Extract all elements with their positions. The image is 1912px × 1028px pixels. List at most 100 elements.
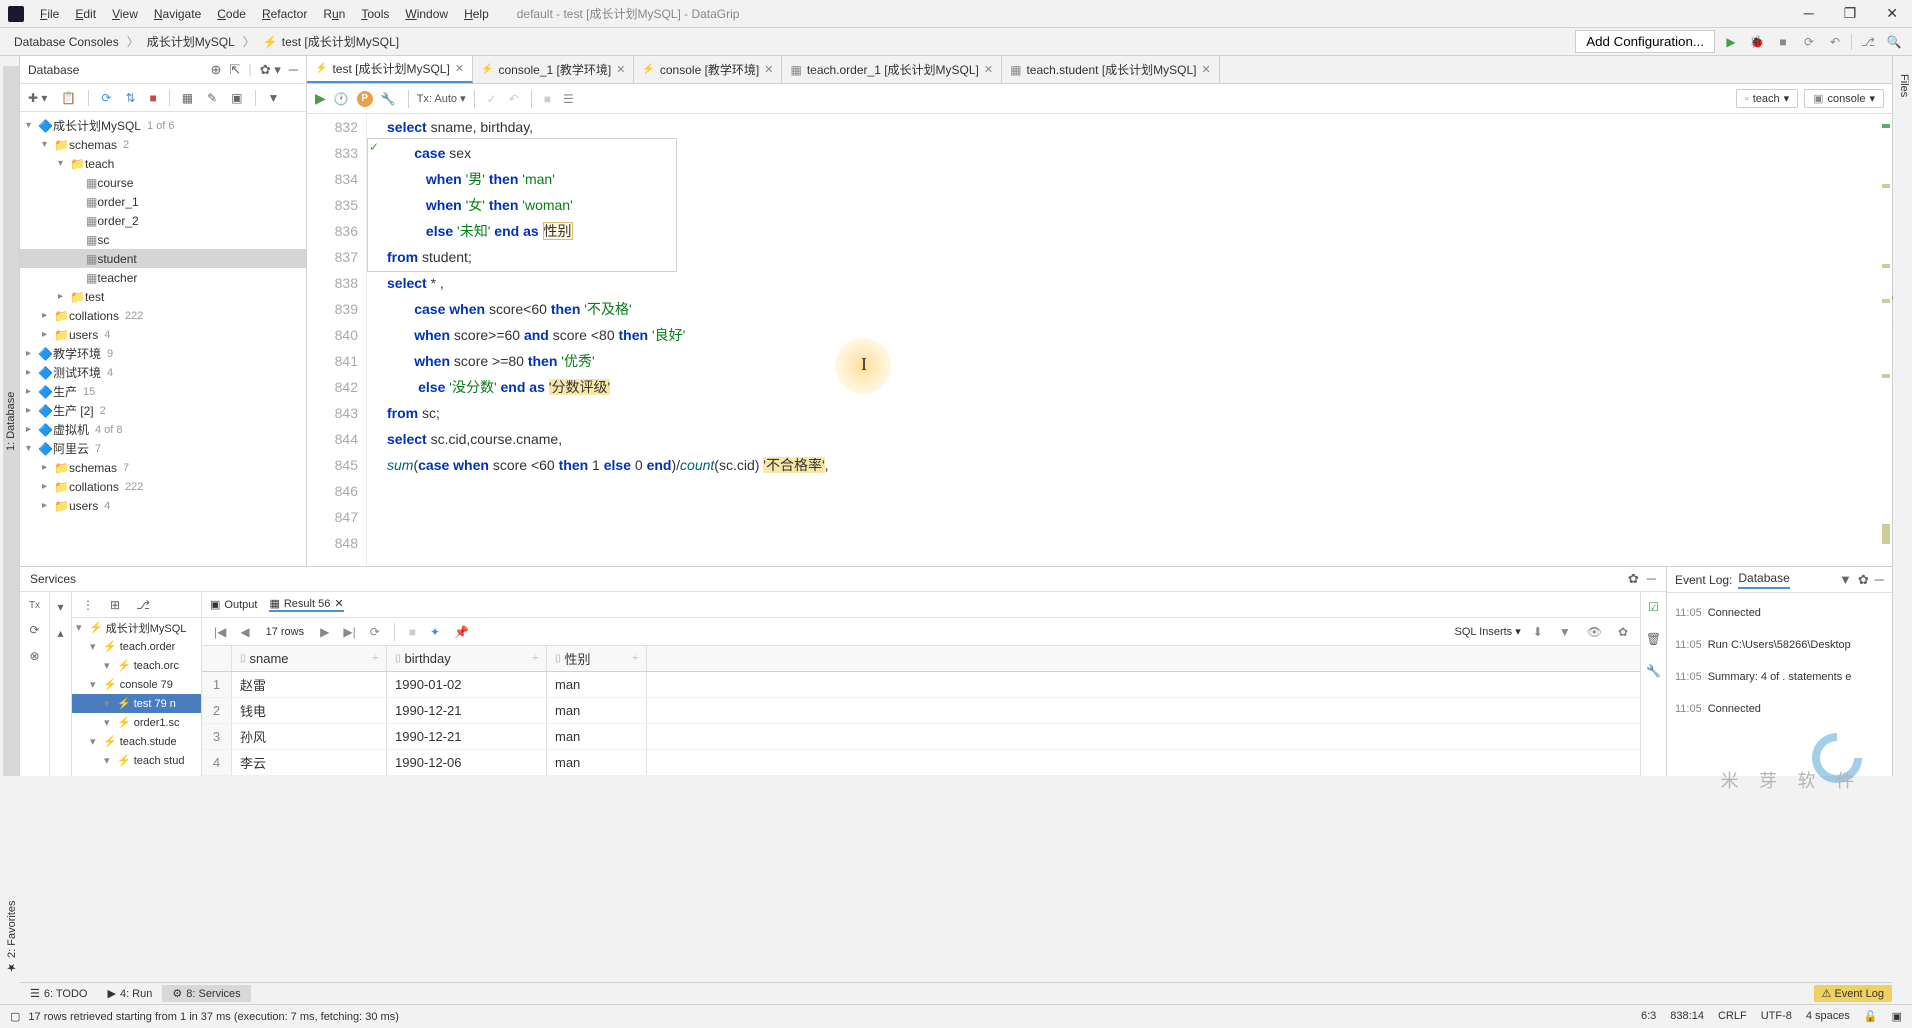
tx-mode[interactable]: Tx: Auto ▾ <box>417 92 466 105</box>
tree-item[interactable]: ▸📁users4 <box>20 325 306 344</box>
trash-icon[interactable]: 🗑 <box>1644 630 1663 648</box>
table-button[interactable]: ▦ <box>180 89 195 107</box>
search-icon[interactable]: 🔍 <box>1884 32 1904 52</box>
table-row[interactable]: 1赵雷1990-01-02man <box>202 672 1640 698</box>
code-editor[interactable]: 8328338348358368378388398408418428438448… <box>307 114 1892 566</box>
rollback-icon[interactable]: ↶ <box>1825 32 1845 52</box>
tree-item[interactable]: ▸📁schemas7 <box>20 458 306 477</box>
explain-button[interactable]: ☰ <box>559 90 578 108</box>
tree-item[interactable]: ▦course <box>20 173 306 192</box>
event-log-scope[interactable]: Database <box>1738 571 1789 589</box>
service-tree-item[interactable]: ▾⚡teach.stude <box>72 732 201 751</box>
hide-icon[interactable]: ─ <box>1647 571 1656 587</box>
reload-icon[interactable]: ⟳ <box>27 621 41 639</box>
tree-item[interactable]: ▸🔷生产 [2]2 <box>20 401 306 420</box>
next-page-button[interactable]: ▶ <box>316 623 333 641</box>
last-page-button[interactable]: ▶| <box>339 623 359 641</box>
settings-icon[interactable]: ✿ <box>1858 572 1869 588</box>
commit-button[interactable]: ✓ <box>483 90 501 108</box>
menu-window[interactable]: Window <box>397 3 456 25</box>
add-row-button[interactable]: ✦ <box>426 623 444 641</box>
event-log-tab[interactable]: ⚠ Event Log <box>1814 985 1892 1002</box>
prev-page-button[interactable]: ◀ <box>236 623 253 641</box>
menu-edit[interactable]: Edit <box>67 3 104 25</box>
sql-inserts-dropdown[interactable]: SQL Inserts ▾ <box>1455 625 1521 638</box>
pin-badge[interactable]: P <box>357 91 373 107</box>
menu-file[interactable]: File <box>32 3 67 25</box>
lock-icon[interactable]: 🔓 <box>1864 1010 1878 1023</box>
tree-item[interactable]: ▾🔷成长计划MySQL1 of 6 <box>20 116 306 135</box>
schema-selector[interactable]: ▫teach ▾ <box>1736 89 1798 108</box>
close-button[interactable]: ✕ <box>1880 3 1904 24</box>
maximize-button[interactable]: ❐ <box>1838 3 1863 24</box>
tree-item[interactable]: ▸🔷教学环境9 <box>20 344 306 363</box>
menu-run[interactable]: Run <box>315 3 353 25</box>
filter-icon[interactable]: ▼ <box>1839 572 1852 588</box>
tree-item[interactable]: ▸🔷生产15 <box>20 382 306 401</box>
console-selector[interactable]: ▣console ▾ <box>1804 89 1884 108</box>
pin-button[interactable]: 📌 <box>450 623 473 641</box>
service-tree-item[interactable]: ▾⚡test 79 n <box>72 694 201 713</box>
stop2-button[interactable]: ■ <box>405 623 420 641</box>
git-icon[interactable]: ⎇ <box>1858 32 1878 52</box>
service-tree-item[interactable]: ▾⚡console 79 <box>72 675 201 694</box>
clear-icon[interactable]: ⊗ <box>27 647 41 665</box>
refresh-button[interactable]: ⟳ <box>99 89 113 107</box>
editor-tab[interactable]: ⚡test [成长计划MySQL]✕ <box>307 56 473 83</box>
close-icon[interactable]: ✕ <box>984 63 993 76</box>
tree-item[interactable]: ▾📁teach <box>20 154 306 173</box>
menu-code[interactable]: Code <box>209 3 254 25</box>
menu-navigate[interactable]: Navigate <box>146 3 209 25</box>
tree-item[interactable]: ▦sc <box>20 230 306 249</box>
filter-icon[interactable]: ▼ <box>1555 623 1575 641</box>
rollback-button[interactable]: ↶ <box>505 90 523 108</box>
stop-icon[interactable]: ■ <box>1773 32 1793 52</box>
tx-icon[interactable]: Tx <box>27 598 42 613</box>
favorites-tab[interactable]: ★ 2: Favorites <box>3 882 20 982</box>
execute-button[interactable]: ▶ <box>315 90 326 107</box>
breadcrumb-item[interactable]: ⚡test [成长计划MySQL] <box>257 31 405 52</box>
run-icon[interactable]: ▶ <box>1721 32 1741 52</box>
history-button[interactable]: 🕐 <box>330 90 353 108</box>
table-row[interactable]: 2钱电1990-12-21man <box>202 698 1640 724</box>
update-icon[interactable]: ⟳ <box>1799 32 1819 52</box>
export-icon[interactable]: ⬇ <box>1529 623 1547 641</box>
minimize-button[interactable]: ─ <box>1798 3 1820 24</box>
indent[interactable]: 4 spaces <box>1806 1010 1850 1023</box>
settings-icon[interactable]: ✿ ▾ <box>260 62 281 78</box>
tree-item[interactable]: ▸📁collations222 <box>20 306 306 325</box>
add-configuration-button[interactable]: Add Configuration... <box>1575 30 1715 53</box>
settings-icon[interactable]: ✿ <box>1628 571 1639 587</box>
database-tree[interactable]: ▾🔷成长计划MySQL1 of 6▾📁schemas2▾📁teach▦cours… <box>20 112 306 566</box>
reload-button[interactable]: ⟳ <box>366 623 384 641</box>
todo-tab[interactable]: ☰ 6: TODO <box>20 985 97 1002</box>
tree-icon[interactable]: ⎇ <box>134 596 152 614</box>
gear-icon[interactable]: ✿ <box>1614 623 1632 641</box>
breadcrumb-item[interactable]: Database Consoles <box>8 33 125 51</box>
tree-item[interactable]: ▸📁test <box>20 287 306 306</box>
tree-item[interactable]: ▾📁schemas2 <box>20 135 306 154</box>
menu-tools[interactable]: Tools <box>353 3 397 25</box>
service-tree-item[interactable]: ▾⚡order1.sc <box>72 713 201 732</box>
services-tree[interactable]: ▾⚡成长计划MySQL▾⚡teach.order▾⚡teach.orc▾⚡con… <box>72 618 201 770</box>
table-row[interactable]: 3孙风1990-12-21man <box>202 724 1640 750</box>
editor-tab[interactable]: ⚡console_1 [教学环境]✕ <box>473 56 634 83</box>
check-icon[interactable]: ☑ <box>1646 598 1661 616</box>
encoding[interactable]: UTF-8 <box>1761 1010 1792 1023</box>
grid-icon[interactable]: ⊞ <box>108 596 122 614</box>
menu-help[interactable]: Help <box>456 3 497 25</box>
files-tab[interactable]: Files <box>1896 66 1912 776</box>
overflow-icon[interactable]: ⋮ <box>80 596 96 614</box>
sync-button[interactable]: ⇅ <box>123 89 137 107</box>
wrench-icon[interactable]: 🔧 <box>377 90 400 108</box>
editor-tab[interactable]: ▦teach.order_1 [成长计划MySQL]✕ <box>782 56 1002 83</box>
close-icon[interactable]: ✕ <box>616 63 625 76</box>
debug-icon[interactable]: 🐞 <box>1747 32 1767 52</box>
close-icon[interactable]: ✕ <box>455 62 464 75</box>
service-tree-item[interactable]: ▾⚡teach stud <box>72 751 201 770</box>
close-icon[interactable]: ✕ <box>1202 63 1211 76</box>
first-page-button[interactable]: |◀ <box>210 623 230 641</box>
result-tab[interactable]: ▦ Result 56 ✕ <box>269 597 343 612</box>
collapse-icon[interactable]: ▴ <box>55 624 65 642</box>
cursor-position[interactable]: 6:3 <box>1641 1010 1656 1023</box>
